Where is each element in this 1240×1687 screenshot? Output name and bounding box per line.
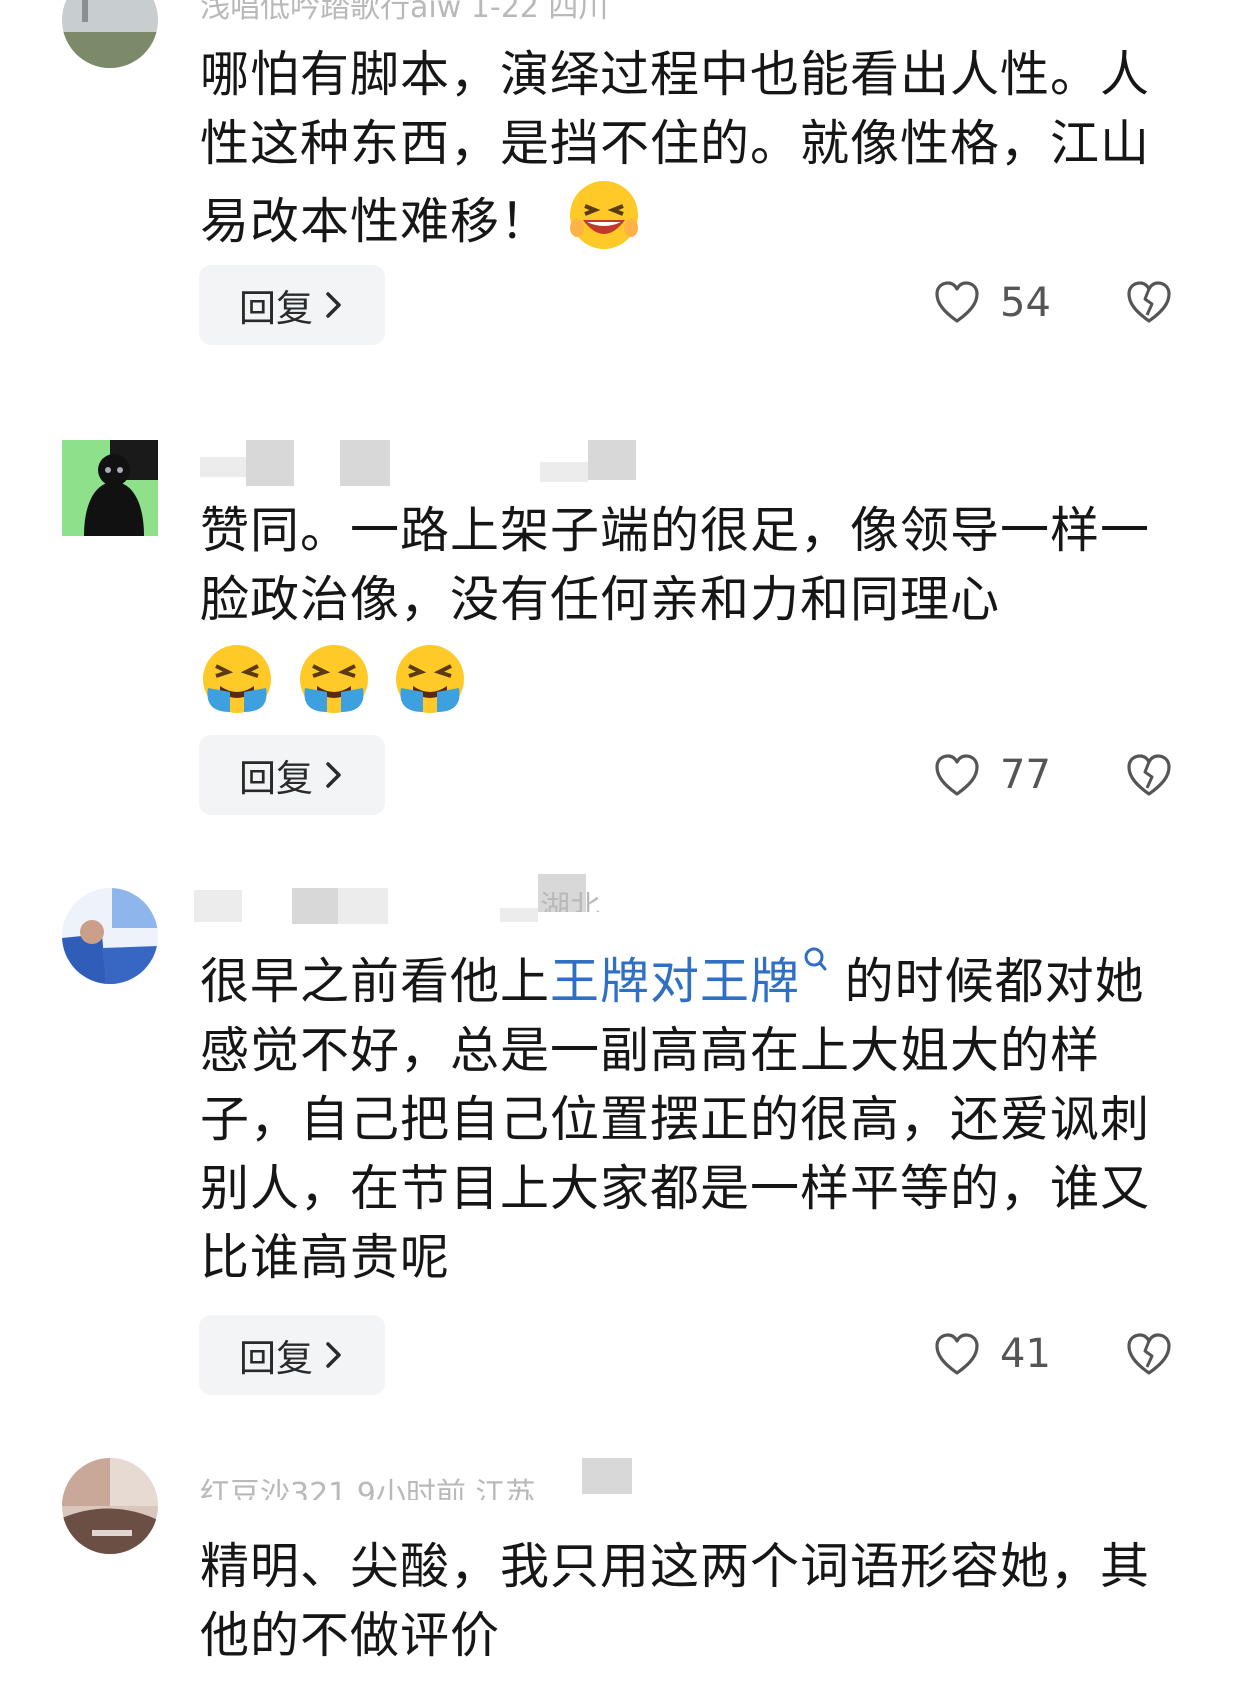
comment-text-content: 哪怕有脚本，演绎过程中也能看出人性。人性这种东西，是挡不住的。就像性格，江山易改… bbox=[200, 46, 1151, 250]
blurred-username bbox=[246, 440, 294, 486]
blurred-username bbox=[194, 890, 242, 922]
avatar[interactable] bbox=[62, 888, 158, 984]
blurred-meta bbox=[340, 440, 390, 486]
avatar[interactable] bbox=[62, 1458, 158, 1554]
comment-text: 赞同。一路上架子端的很足，像领导一样一脸政治像，没有任何亲和力和同理心 bbox=[200, 496, 1180, 720]
grinning-squint-emoji-icon bbox=[569, 181, 638, 249]
broken-heart-icon[interactable] bbox=[1125, 752, 1173, 798]
comment-meta: 红豆沙321 9小时前 江苏 bbox=[200, 1477, 536, 1500]
reply-label: 回复 bbox=[239, 757, 313, 800]
topic-link[interactable]: 王牌对王牌 bbox=[550, 947, 828, 1010]
blurred-meta bbox=[500, 908, 538, 922]
reply-button[interactable]: 回复 bbox=[199, 265, 385, 345]
heart-outline-icon[interactable] bbox=[933, 752, 981, 798]
comment-text: 精明、尖酸，我只用这两个词语形容她，其他的不做评价 bbox=[200, 1538, 1151, 1664]
blurred-meta bbox=[588, 440, 636, 480]
blurred-username bbox=[200, 457, 246, 477]
comment-meta-location: 湖北 bbox=[540, 890, 600, 912]
reply-button[interactable]: 回复 bbox=[199, 735, 385, 815]
comment-text: 哪怕有脚本，演绎过程中也能看出人性。人性这种东西，是挡不住的。就像性格，江山易改… bbox=[200, 40, 1180, 256]
like-count: 77 bbox=[1000, 752, 1051, 798]
crying-emoji-icon bbox=[203, 645, 271, 713]
comment-text-before: 很早之前看他上 bbox=[200, 953, 551, 1010]
heart-outline-icon[interactable] bbox=[933, 1331, 981, 1377]
reply-label: 回复 bbox=[239, 1337, 313, 1380]
chevron-right-icon bbox=[326, 762, 341, 788]
blurred-meta bbox=[582, 1458, 632, 1494]
blurred-meta bbox=[540, 462, 588, 482]
blurred-username bbox=[292, 888, 338, 924]
comment-text-content: 赞同。一路上架子端的很足，像领导一样一脸政治像，没有任何亲和力和同理心 bbox=[200, 502, 1151, 628]
heart-outline-icon[interactable] bbox=[933, 279, 981, 325]
reply-button[interactable]: 回复 bbox=[199, 1315, 385, 1395]
blurred-meta bbox=[338, 888, 388, 924]
crying-emoji-icon bbox=[299, 645, 368, 713]
search-icon bbox=[804, 947, 827, 971]
chevron-right-icon bbox=[326, 292, 341, 318]
like-count: 54 bbox=[1000, 280, 1051, 326]
comment-meta: 浅唱低吟踏歌行aiw 1-22 四川 bbox=[200, 0, 609, 25]
comment-text: 很早之前看他上王牌对王牌 的时候都对她感觉不好，总是一副高高在上大姐大的样子，自… bbox=[200, 946, 1180, 1292]
crying-emoji-icon bbox=[396, 645, 465, 713]
chevron-right-icon bbox=[326, 1342, 341, 1368]
topic-link-text: 王牌对王牌 bbox=[550, 953, 801, 1010]
broken-heart-icon[interactable] bbox=[1125, 1331, 1173, 1377]
reply-label: 回复 bbox=[239, 287, 313, 330]
avatar[interactable] bbox=[62, 440, 158, 536]
like-count: 41 bbox=[1000, 1331, 1051, 1377]
avatar[interactable] bbox=[62, 0, 158, 68]
broken-heart-icon[interactable] bbox=[1125, 279, 1173, 325]
